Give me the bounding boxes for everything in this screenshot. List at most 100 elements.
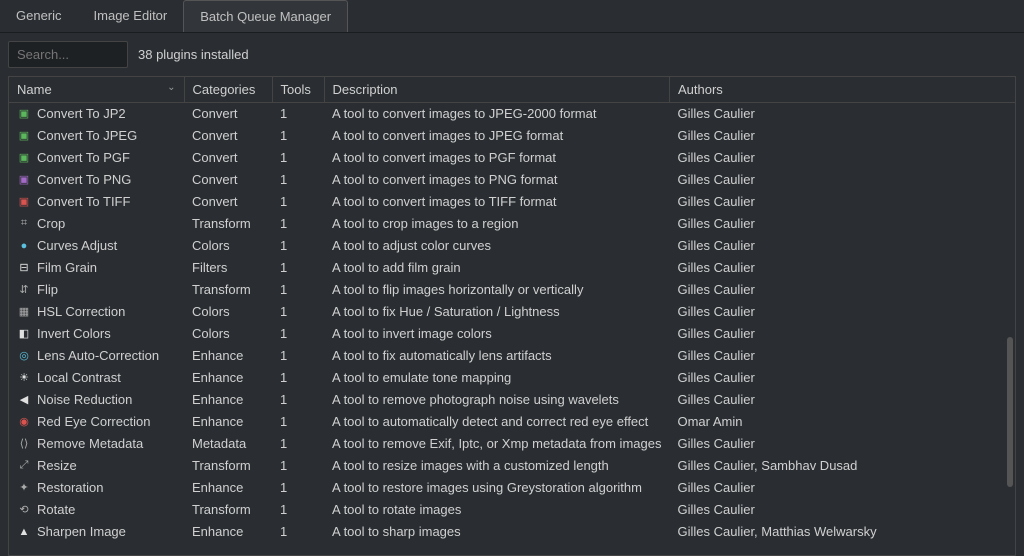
plugin-name: Local Contrast <box>37 370 121 385</box>
plugin-name: Convert To PNG <box>37 172 131 187</box>
plugin-authors: Gilles Caulier <box>669 169 1015 191</box>
column-header-name-label: Name <box>17 82 52 97</box>
plugin-icon: ▲ <box>17 525 31 539</box>
table-row[interactable]: ⟲ Rotate Transform 1 A tool to rotate im… <box>9 499 1015 521</box>
table-row[interactable]: ⌗ Crop Transform 1 A tool to crop images… <box>9 213 1015 235</box>
table-row[interactable]: ⤢ Resize Transform 1 A tool to resize im… <box>9 455 1015 477</box>
plugin-tools-count: 1 <box>272 169 324 191</box>
table-row[interactable]: ▣ Convert To TIFF Convert 1 A tool to co… <box>9 191 1015 213</box>
plugin-category: Colors <box>184 235 272 257</box>
table-row[interactable]: ▦ HSL Correction Colors 1 A tool to fix … <box>9 301 1015 323</box>
plugin-icon: ◀ <box>17 393 31 407</box>
plugin-description: A tool to restore images using Greystora… <box>324 477 669 499</box>
table-row[interactable]: ▣ Convert To PNG Convert 1 A tool to con… <box>9 169 1015 191</box>
plugin-tools-count: 1 <box>272 279 324 301</box>
plugin-tools-count: 1 <box>272 433 324 455</box>
plugin-category: Enhance <box>184 345 272 367</box>
plugin-name: Convert To TIFF <box>37 194 130 209</box>
plugin-category: Enhance <box>184 477 272 499</box>
search-input[interactable] <box>8 41 128 68</box>
plugin-icon: ◉ <box>17 415 31 429</box>
plugin-category: Convert <box>184 147 272 169</box>
table-row[interactable]: ▣ Convert To JP2 Convert 1 A tool to con… <box>9 103 1015 125</box>
plugin-tools-count: 1 <box>272 345 324 367</box>
plugin-category: Filters <box>184 257 272 279</box>
table-row[interactable]: ▣ Convert To JPEG Convert 1 A tool to co… <box>9 125 1015 147</box>
plugin-name: Red Eye Correction <box>37 414 150 429</box>
plugin-icon: ▣ <box>17 129 31 143</box>
table-row[interactable]: ⊟ Film Grain Filters 1 A tool to add fil… <box>9 257 1015 279</box>
table-row[interactable]: ✦ Restoration Enhance 1 A tool to restor… <box>9 477 1015 499</box>
table-row[interactable]: ⟨⟩ Remove Metadata Metadata 1 A tool to … <box>9 433 1015 455</box>
toolbar: 38 plugins installed <box>0 33 1024 76</box>
plugin-name: Sharpen Image <box>37 524 126 539</box>
column-header-name[interactable]: Name ⌄ <box>9 77 184 103</box>
plugin-tools-count: 1 <box>272 147 324 169</box>
plugin-category: Colors <box>184 323 272 345</box>
plugin-tools-count: 1 <box>272 213 324 235</box>
table-row[interactable]: ● Curves Adjust Colors 1 A tool to adjus… <box>9 235 1015 257</box>
plugin-authors: Gilles Caulier <box>669 103 1015 125</box>
plugin-description: A tool to sharp images <box>324 521 669 543</box>
plugin-description: A tool to convert images to JPEG format <box>324 125 669 147</box>
plugin-icon: ● <box>17 239 31 253</box>
plugin-name: Rotate <box>37 502 75 517</box>
plugin-tools-count: 1 <box>272 191 324 213</box>
plugin-tools-count: 1 <box>272 257 324 279</box>
plugin-icon: ▦ <box>17 305 31 319</box>
plugin-tools-count: 1 <box>272 521 324 543</box>
tabs-bar: Generic Image Editor Batch Queue Manager <box>0 0 1024 33</box>
table-row[interactable]: ◀ Noise Reduction Enhance 1 A tool to re… <box>9 389 1015 411</box>
plugin-category: Convert <box>184 169 272 191</box>
plugin-authors: Gilles Caulier <box>669 235 1015 257</box>
plugin-authors: Gilles Caulier <box>669 499 1015 521</box>
plugin-icon: ▣ <box>17 195 31 209</box>
plugin-category: Convert <box>184 125 272 147</box>
column-header-tools[interactable]: Tools <box>272 77 324 103</box>
table-row[interactable]: ▣ Convert To PGF Convert 1 A tool to con… <box>9 147 1015 169</box>
table-row[interactable]: ☀ Local Contrast Enhance 1 A tool to emu… <box>9 367 1015 389</box>
plugin-authors: Gilles Caulier <box>669 477 1015 499</box>
plugin-icon: ⊟ <box>17 261 31 275</box>
plugin-tools-count: 1 <box>272 499 324 521</box>
plugin-tools-count: 1 <box>272 125 324 147</box>
plugin-authors: Gilles Caulier <box>669 147 1015 169</box>
plugin-icon: ▣ <box>17 173 31 187</box>
plugin-name: Noise Reduction <box>37 392 132 407</box>
plugin-authors: Gilles Caulier <box>669 345 1015 367</box>
plugin-tools-count: 1 <box>272 455 324 477</box>
table-row[interactable]: ◎ Lens Auto-Correction Enhance 1 A tool … <box>9 345 1015 367</box>
plugin-icon: ◎ <box>17 349 31 363</box>
plugin-icon: ⟲ <box>17 503 31 517</box>
plugin-category: Metadata <box>184 433 272 455</box>
plugin-description: A tool to add film grain <box>324 257 669 279</box>
plugin-authors: Gilles Caulier <box>669 433 1015 455</box>
plugin-authors: Omar Amin <box>669 411 1015 433</box>
plugin-description: A tool to convert images to JPEG-2000 fo… <box>324 103 669 125</box>
tab-batch-queue-manager[interactable]: Batch Queue Manager <box>183 0 348 32</box>
table-row[interactable]: ⇵ Flip Transform 1 A tool to flip images… <box>9 279 1015 301</box>
plugins-table-container: Name ⌄ Categories Tools Description Auth… <box>8 76 1016 556</box>
column-header-description[interactable]: Description <box>324 77 669 103</box>
plugin-authors: Gilles Caulier <box>669 279 1015 301</box>
table-row[interactable]: ▲ Sharpen Image Enhance 1 A tool to shar… <box>9 521 1015 543</box>
plugin-tools-count: 1 <box>272 411 324 433</box>
column-header-categories[interactable]: Categories <box>184 77 272 103</box>
plugin-tools-count: 1 <box>272 477 324 499</box>
plugin-icon: ⌗ <box>17 217 31 231</box>
tab-image-editor[interactable]: Image Editor <box>78 0 184 32</box>
tab-generic[interactable]: Generic <box>0 0 78 32</box>
table-row[interactable]: ◧ Invert Colors Colors 1 A tool to inver… <box>9 323 1015 345</box>
column-header-authors[interactable]: Authors <box>669 77 1015 103</box>
plugin-tools-count: 1 <box>272 235 324 257</box>
plugin-name: Convert To JP2 <box>37 106 126 121</box>
table-row[interactable]: ◉ Red Eye Correction Enhance 1 A tool to… <box>9 411 1015 433</box>
plugin-name: Convert To JPEG <box>37 128 137 143</box>
plugin-category: Transform <box>184 213 272 235</box>
plugin-category: Enhance <box>184 411 272 433</box>
plugin-authors: Gilles Caulier <box>669 257 1015 279</box>
scrollbar-thumb[interactable] <box>1007 337 1013 487</box>
plugin-authors: Gilles Caulier <box>669 125 1015 147</box>
plugin-category: Convert <box>184 191 272 213</box>
plugin-name: Flip <box>37 282 58 297</box>
